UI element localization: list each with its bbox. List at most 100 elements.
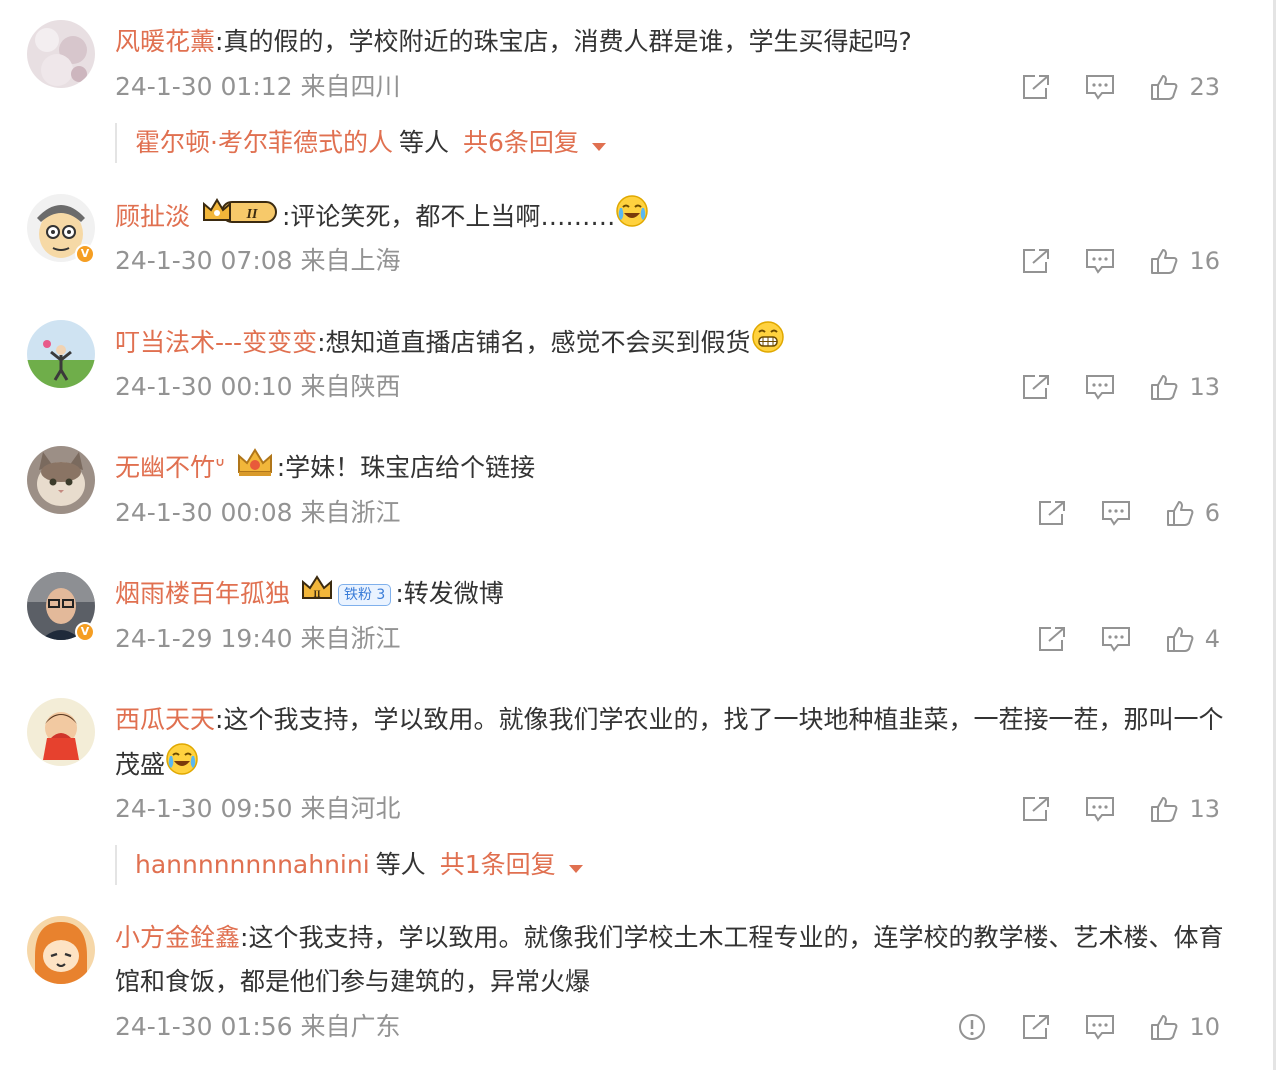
reply-username[interactable]: hannnnnnnnahnini — [135, 850, 370, 879]
comment-meta: 24-1-30 01:56 来自广东 — [115, 1007, 401, 1047]
comment-body: 小方金銓鑫:这个我支持，学以致用。就像我们学校土木工程专业的，连学校的教学楼、艺… — [115, 916, 1235, 1004]
crown-badge-icon[interactable]: II — [300, 573, 334, 617]
timestamp: 24-1-30 01:12 — [115, 72, 293, 101]
comment-actions: 13 — [1021, 789, 1220, 829]
username[interactable]: 西瓜天天 — [115, 705, 215, 734]
comment-text: :想知道直播店铺名，感觉不会买到假货 — [317, 328, 751, 357]
alert-circle-icon[interactable] — [957, 1012, 987, 1042]
comment-meta: 24-1-30 07:08 来自上海 — [115, 241, 401, 281]
comment-icon[interactable] — [1101, 625, 1131, 653]
username[interactable]: 小方金銓鑫 — [115, 923, 240, 952]
comment-icon[interactable] — [1101, 499, 1131, 527]
comment-text: :评论笑死，都不上当啊……… — [281, 202, 616, 231]
timestamp: 24-1-30 07:08 — [115, 246, 293, 275]
fan-badge[interactable]: 铁粉 3 — [337, 584, 392, 606]
like-count: 6 — [1204, 499, 1220, 527]
caret-down-icon[interactable] — [568, 846, 584, 886]
timestamp: 24-1-30 01:56 — [115, 1012, 293, 1041]
avatar[interactable] — [27, 698, 95, 766]
timestamp: 24-1-30 00:08 — [115, 498, 293, 527]
laugh-cry-emoji-icon — [165, 742, 199, 790]
reply-total[interactable]: 共6条回复 — [463, 128, 579, 157]
reply-total[interactable]: 共1条回复 — [440, 850, 556, 879]
location: 来自浙江 — [300, 498, 401, 527]
like-button[interactable]: 13 — [1149, 795, 1220, 823]
avatar[interactable] — [27, 916, 95, 984]
verified-badge: V — [75, 244, 95, 264]
share-icon[interactable] — [1037, 499, 1067, 527]
thumbs-up-icon — [1151, 249, 1178, 274]
like-button[interactable]: 16 — [1149, 247, 1220, 275]
username[interactable]: 无幽不竹ᐡ — [115, 453, 225, 482]
avatar[interactable] — [27, 320, 95, 388]
reply-etc: 等人 — [398, 128, 449, 157]
avatar[interactable] — [27, 446, 95, 514]
comment-meta: 24-1-30 00:08 来自浙江 — [115, 493, 401, 533]
comment-actions: 13 — [1021, 367, 1220, 407]
comment-body: 烟雨楼百年孤独 II 铁粉 3:转发微博 — [115, 572, 1235, 617]
comment-actions: 23 — [1021, 67, 1220, 107]
laugh-cry-emoji-icon — [615, 194, 649, 242]
like-count: 13 — [1189, 373, 1220, 401]
comment-text: :转发微博 — [395, 579, 504, 608]
verified-badge: V — [75, 622, 95, 642]
vip-crown-badge-icon[interactable]: II — [200, 196, 280, 240]
comment-body: 无幽不竹ᐡ :学妹！珠宝店给个链接 — [115, 446, 1235, 492]
comment-meta: 24-1-30 09:50 来自河北 — [115, 789, 401, 829]
vip-crown-badge-icon[interactable] — [235, 446, 275, 492]
comment-body: 叮当法术---变变变:想知道直播店铺名，感觉不会买到假货 — [115, 320, 1235, 368]
location: 来自浙江 — [300, 624, 401, 653]
share-icon[interactable] — [1021, 247, 1051, 275]
share-icon[interactable] — [1021, 73, 1051, 101]
avatar[interactable] — [27, 20, 95, 88]
location: 来自四川 — [300, 72, 401, 101]
location: 来自上海 — [300, 246, 401, 275]
comment-actions: 6 — [1037, 493, 1220, 533]
comment-icon[interactable] — [1085, 795, 1115, 823]
share-icon[interactable] — [1037, 625, 1067, 653]
share-icon[interactable] — [1021, 795, 1051, 823]
username[interactable]: 烟雨楼百年孤独 — [115, 579, 290, 608]
like-button[interactable]: 10 — [1149, 1013, 1220, 1041]
timestamp: 24-1-30 09:50 — [115, 794, 293, 823]
comment-body: 西瓜天天:这个我支持，学以致用。就像我们学农业的，找了一块地种植韭菜，一茬接一茬… — [115, 698, 1235, 790]
like-button[interactable]: 4 — [1165, 625, 1220, 653]
reply-summary[interactable]: 霍尔顿·考尔菲德式的人 等人 共6条回复 — [115, 123, 607, 163]
username[interactable]: 顾扯淡 — [115, 202, 190, 231]
timestamp: 24-1-30 00:10 — [115, 372, 293, 401]
share-icon[interactable] — [1021, 373, 1051, 401]
comment-actions: 16 — [1021, 241, 1220, 281]
comment-icon[interactable] — [1085, 247, 1115, 275]
grin-emoji-icon — [751, 320, 785, 368]
comment-icon[interactable] — [1085, 373, 1115, 401]
timestamp: 24-1-29 19:40 — [115, 624, 293, 653]
thumbs-up-icon — [1166, 627, 1194, 652]
like-button[interactable]: 23 — [1149, 73, 1220, 101]
thumbs-up-icon — [1151, 75, 1178, 100]
svg-text:II: II — [313, 589, 321, 599]
username[interactable]: 风暖花薰 — [115, 27, 215, 56]
comment-text: :真的假的，学校附近的珠宝店，消费人群是谁，学生买得起吗? — [215, 27, 912, 56]
comment-meta: 24-1-29 19:40 来自浙江 — [115, 619, 401, 659]
reply-summary[interactable]: hannnnnnnnahnini 等人 共1条回复 — [115, 845, 584, 885]
like-count: 13 — [1189, 795, 1220, 823]
comment-text: :这个我支持，学以致用。就像我们学农业的，找了一块地种植韭菜，一茬接一茬，那叫一… — [115, 705, 1224, 779]
comment-icon[interactable] — [1085, 73, 1115, 101]
thumbs-up-icon — [1151, 375, 1178, 400]
thumbs-up-icon — [1151, 1015, 1178, 1040]
comment-meta: 24-1-30 00:10 来自陕西 — [115, 367, 401, 407]
location: 来自陕西 — [300, 372, 401, 401]
like-button[interactable]: 6 — [1165, 499, 1220, 527]
thumbs-up-icon — [1151, 797, 1178, 822]
thumbs-up-icon — [1166, 501, 1194, 526]
share-icon[interactable] — [1021, 1013, 1051, 1041]
comment-body: 风暖花薰:真的假的，学校附近的珠宝店，消费人群是谁，学生买得起吗? — [115, 20, 1235, 64]
location: 来自河北 — [300, 794, 401, 823]
comment-icon[interactable] — [1085, 1013, 1115, 1041]
reply-username[interactable]: 霍尔顿·考尔菲德式的人 — [135, 128, 393, 157]
caret-down-icon[interactable] — [591, 124, 607, 164]
username[interactable]: 叮当法术---变变变 — [115, 328, 317, 357]
like-button[interactable]: 13 — [1149, 373, 1220, 401]
location: 来自广东 — [300, 1012, 401, 1041]
comment-actions: 10 — [957, 1007, 1220, 1047]
